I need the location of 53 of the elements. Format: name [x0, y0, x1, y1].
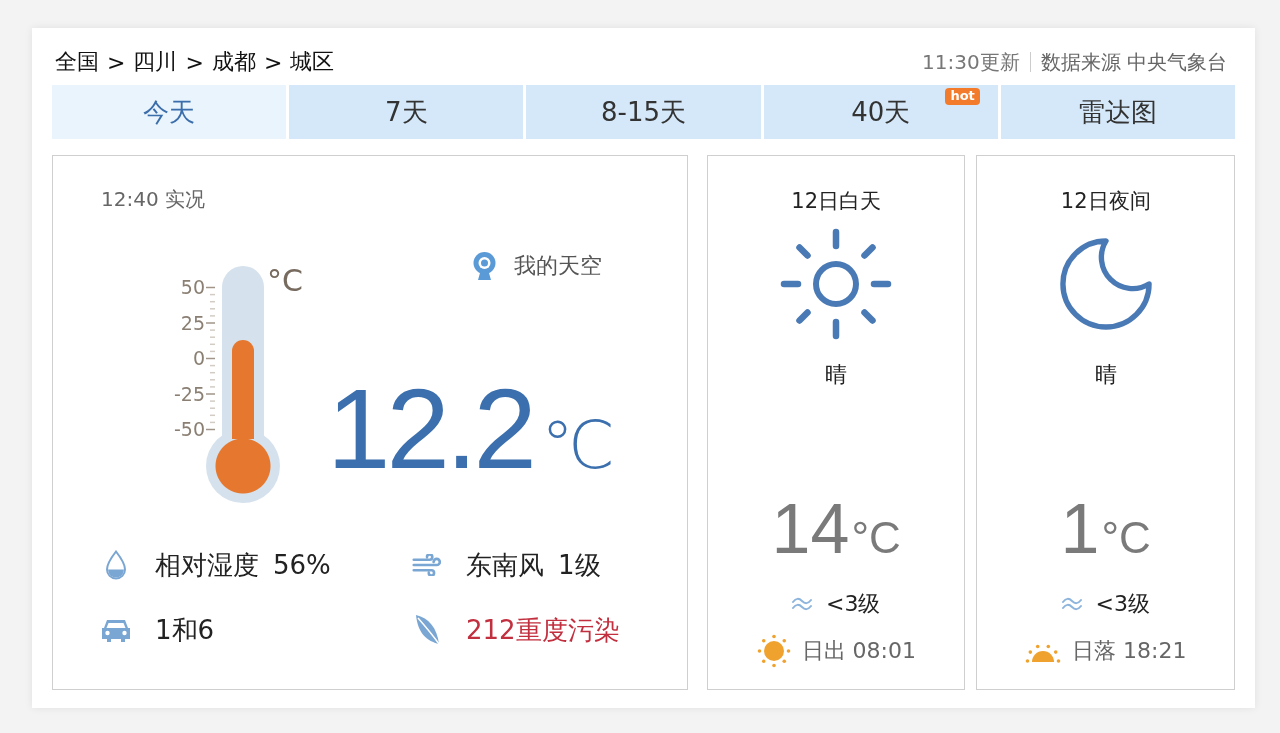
scale-unit: °C: [267, 264, 303, 298]
weather-text: 晴: [825, 362, 848, 388]
breadcrumb-separator: >: [185, 49, 204, 75]
detail-value: 1级: [558, 548, 601, 582]
temperature-value: 12.2: [327, 372, 533, 486]
breadcrumb-link[interactable]: 四川: [133, 47, 178, 77]
forecast-unit: °C: [1101, 516, 1151, 560]
hot-badge: hot: [945, 88, 980, 105]
wind-level: <3级: [826, 590, 881, 618]
my-sky-link[interactable]: 我的天空: [472, 252, 602, 279]
tab[interactable]: 今天: [52, 85, 287, 139]
detail-label: 1和6: [155, 613, 215, 647]
breadcrumb-separator: >: [263, 49, 283, 75]
detail-value: 56%: [273, 550, 331, 580]
forecast-temperature: 14: [771, 494, 850, 564]
tab[interactable]: 8-15天: [526, 85, 761, 139]
leaf-icon: [413, 614, 441, 646]
scale-label: 0: [192, 346, 205, 370]
scale-label: -25: [173, 381, 205, 406]
scale-label: 50: [180, 275, 205, 299]
tab[interactable]: 7天: [289, 85, 524, 139]
sun-small-icon: [756, 634, 791, 668]
detail-label: 212重度污染: [466, 613, 620, 647]
forecast-unit: °C: [851, 516, 901, 560]
breadcrumb-link[interactable]: 城区: [290, 47, 335, 77]
moon-icon: [1059, 238, 1152, 330]
update-time: 11:30更新: [922, 48, 1020, 76]
webcam-icon: [472, 251, 497, 280]
tab[interactable]: 雷达图: [1000, 85, 1235, 139]
detail-label: 相对湿度: [155, 548, 259, 582]
wind-icon: [412, 554, 442, 576]
forecast-temperature: 1: [1060, 494, 1100, 564]
forecast-title: 12日夜间: [1060, 188, 1151, 214]
scale-label: -50: [173, 417, 205, 441]
wind-level: <3级: [1095, 590, 1150, 618]
temperature-unit: ℃: [540, 413, 615, 479]
forecast-title: 12日白天: [791, 188, 882, 214]
sun-icon: [780, 228, 893, 340]
breadcrumb-link[interactable]: 全国: [55, 47, 99, 77]
scale-label: 25: [180, 310, 205, 335]
wave-icon: [792, 597, 812, 611]
sun-time: 日落 18:21: [1072, 637, 1187, 665]
breadcrumb-link[interactable]: 成都: [211, 47, 256, 77]
detail-label: 东南风: [466, 548, 544, 582]
drop-icon: [105, 550, 127, 580]
data-source: 数据来源 中央气象台: [1040, 48, 1227, 76]
sun-time: 日出 08:01: [801, 637, 916, 665]
observation-time: 12:40 实况: [101, 187, 205, 211]
tab[interactable]: 40天 hot: [763, 85, 998, 139]
car-icon: [101, 617, 131, 643]
weather-text: 晴: [1094, 362, 1117, 388]
breadcrumb-separator: >: [107, 49, 126, 75]
wave-icon: [1061, 597, 1082, 611]
